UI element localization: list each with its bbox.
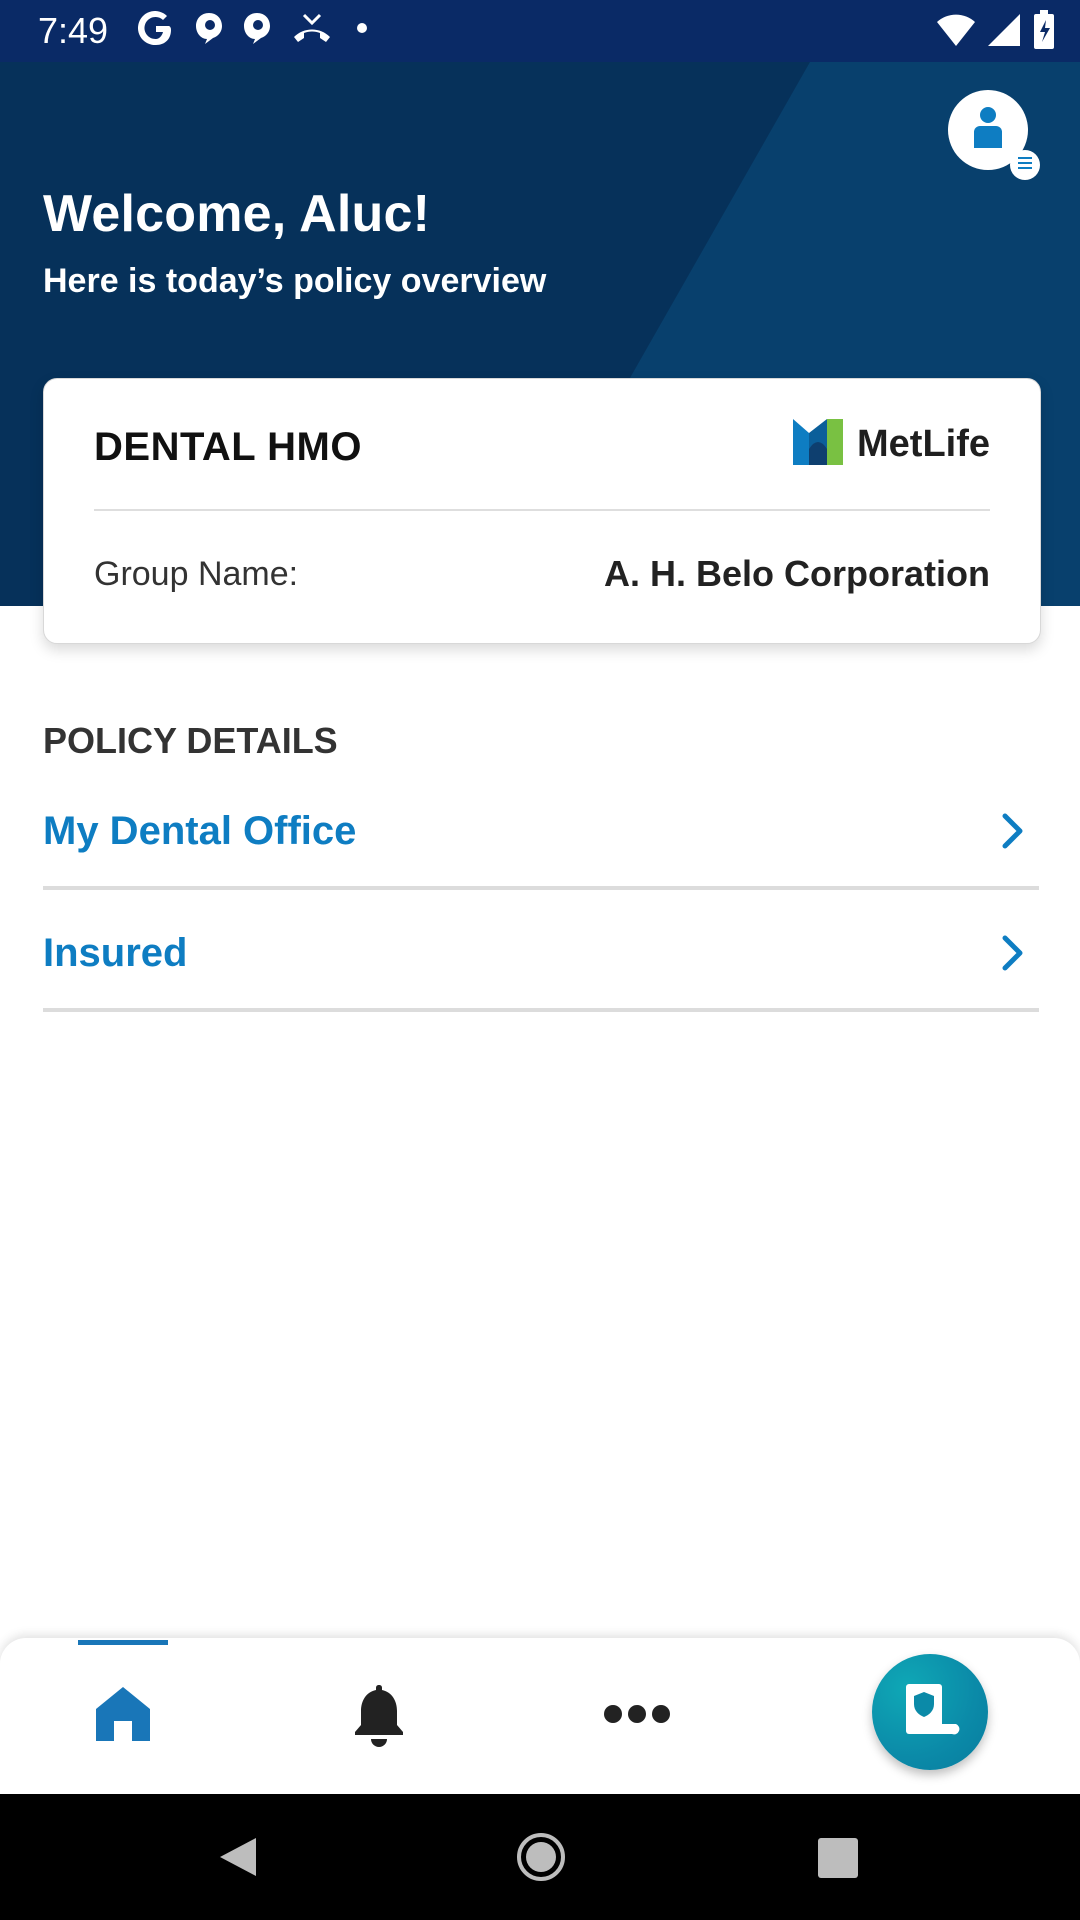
more-icon [603, 1702, 671, 1731]
chevron-right-icon [993, 933, 1033, 973]
menu-icon [1016, 156, 1034, 175]
card-divider [94, 509, 990, 511]
recents-icon[interactable] [816, 1836, 860, 1885]
bottom-navigation [0, 1638, 1080, 1794]
google-icon [136, 8, 176, 53]
profile-button[interactable] [948, 90, 1040, 180]
policy-detail-my-dental-office[interactable]: My Dental Office [43, 776, 1039, 890]
battery-icon [1032, 10, 1056, 55]
group-name-value: A. H. Belo Corporation [604, 553, 990, 594]
status-icons-right [936, 10, 1056, 55]
policy-detail-label: My Dental Office [43, 808, 357, 853]
status-bar: 7:49 [0, 0, 1080, 62]
signal-icon [986, 12, 1022, 53]
active-tab-indicator [78, 1640, 168, 1645]
policy-details-heading: POLICY DETAILS [43, 720, 338, 761]
id-card-shield-icon [900, 1682, 960, 1743]
brand-name: MetLife [857, 423, 990, 465]
bell-icon [351, 1681, 407, 1752]
nav-notifications[interactable] [334, 1676, 424, 1756]
nav-home[interactable] [78, 1676, 168, 1756]
chat-icon [194, 11, 224, 50]
policy-detail-label: Insured [43, 930, 188, 975]
chat-icon [242, 11, 272, 50]
missed-call-icon [290, 11, 334, 50]
welcome-subtitle: Here is today’s policy overview [43, 262, 547, 300]
chevron-right-icon [993, 811, 1033, 851]
policy-card[interactable]: DENTAL HMO MetLife Group Name: A. H. Bel… [43, 378, 1041, 644]
system-navigation-bar [0, 1794, 1080, 1920]
plan-name: DENTAL HMO [94, 425, 362, 469]
user-icon [970, 106, 1006, 155]
profile-menu-badge [1010, 150, 1040, 180]
brand-logo: MetLife [793, 419, 990, 470]
group-name-label: Group Name: [94, 555, 299, 593]
home-circle-icon[interactable] [516, 1832, 566, 1887]
wifi-icon [936, 12, 976, 53]
welcome-title: Welcome, Aluc! [43, 185, 431, 243]
id-card-fab[interactable] [872, 1654, 988, 1770]
dot-icon [352, 18, 372, 43]
nav-more[interactable] [592, 1676, 682, 1756]
back-icon[interactable] [216, 1834, 260, 1885]
policy-detail-insured[interactable]: Insured [43, 898, 1039, 1012]
metlife-logo-icon [793, 419, 843, 470]
home-icon [92, 1683, 154, 1750]
status-time: 7:49 [38, 10, 109, 51]
status-icons-left [136, 8, 372, 53]
